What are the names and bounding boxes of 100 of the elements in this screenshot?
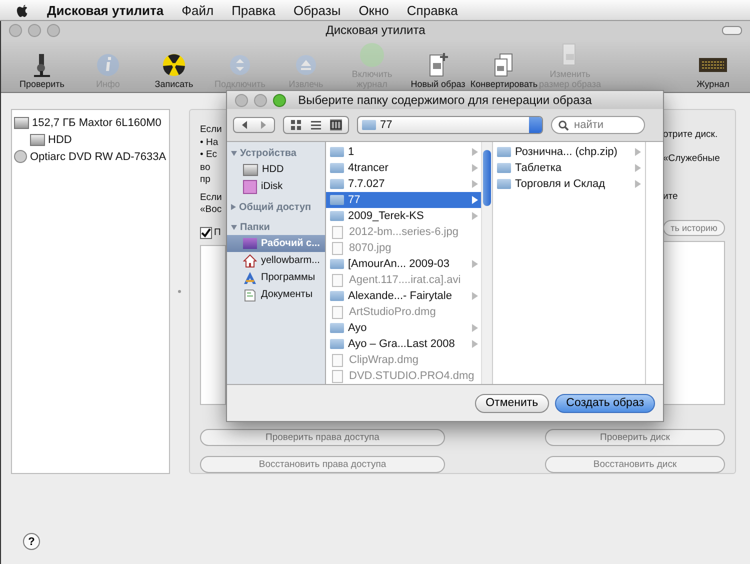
file-item[interactable]: Таблетка [493, 160, 645, 176]
file-item[interactable]: Торговля и Склад [493, 176, 645, 192]
menu-item[interactable]: Правка [232, 2, 276, 18]
folder-icon [330, 147, 344, 157]
folder-icon [330, 259, 344, 269]
help-button[interactable]: ? [23, 533, 40, 550]
back-icon[interactable] [240, 120, 250, 130]
search-field[interactable]: найти [551, 116, 645, 134]
instruction-text: отрите диск. [663, 129, 719, 142]
menu-item[interactable]: Дисковая утилита [47, 2, 164, 18]
dialog-button[interactable]: Создать образ [555, 394, 655, 412]
zoom-icon[interactable] [47, 24, 60, 36]
checkbox[interactable] [200, 226, 212, 239]
folder-icon [330, 291, 344, 301]
radiation-icon [161, 52, 187, 78]
folder-icon [330, 323, 344, 333]
mount-icon [227, 52, 253, 78]
path-dropdown[interactable]: 77 [357, 116, 543, 134]
document-icon [332, 306, 343, 318]
sidebar-item[interactable]: HDD [227, 161, 325, 178]
document-icon [332, 242, 343, 254]
column-view-icon[interactable] [330, 119, 342, 131]
disclosure-triangle-icon[interactable] [231, 204, 236, 210]
instruction-text: • Ес [200, 149, 218, 162]
apple-logo-icon[interactable] [16, 2, 29, 18]
list-view-icon[interactable] [310, 119, 322, 131]
folder-icon [330, 211, 344, 221]
folder-icon [497, 179, 511, 189]
file-item[interactable]: 77 [326, 192, 482, 208]
instruction-text: пр [200, 174, 212, 186]
clear-history-button[interactable]: ть историю [663, 220, 725, 236]
disc-icon [14, 150, 27, 163]
folder-icon [330, 195, 344, 205]
zoom-icon[interactable] [273, 94, 286, 106]
file-item[interactable]: Ayo [326, 320, 482, 336]
toolbar-button[interactable]: Конвертировать [471, 39, 537, 89]
file-item[interactable]: Ayo – Gra...Last 2008 [326, 336, 482, 352]
toolbar-toggle-icon[interactable] [722, 26, 742, 34]
instruction-text: «Вос [200, 204, 223, 216]
volume-item[interactable]: HDD [14, 131, 167, 148]
file-item[interactable]: Рознична... (chp.zip) [493, 144, 645, 160]
applications-icon [243, 270, 257, 284]
menu-item[interactable]: Справка [406, 2, 458, 18]
minimize-icon[interactable] [254, 94, 267, 106]
document-icon [332, 354, 343, 366]
folder-icon [330, 179, 344, 189]
dialog-button[interactable]: Отменить [474, 394, 550, 412]
search-icon [558, 120, 569, 130]
hard-drive-icon [30, 134, 45, 146]
file-item[interactable]: [AmourAn... 2009-03 [326, 256, 482, 272]
file-item[interactable]: Alexande...- Fairytale [326, 288, 482, 304]
dialog-title: Выберите папку содержимого для генерации образа [298, 93, 592, 107]
home-icon [243, 254, 257, 268]
desktop-icon [243, 238, 257, 249]
window-title: Дисковая утилита [326, 23, 426, 37]
toolbar-button[interactable]: Записать [141, 39, 207, 89]
file-item[interactable]: 2009_Terek-KS [326, 208, 482, 224]
sidebar-item[interactable]: Программы [227, 269, 325, 286]
file-item[interactable]: 7.7.027 [326, 176, 482, 192]
scrollbar[interactable] [481, 142, 492, 384]
idisk-icon [243, 180, 257, 194]
close-icon[interactable] [9, 24, 22, 36]
splitter-handle[interactable] [178, 290, 181, 293]
info-icon [95, 52, 121, 78]
hard-drive-icon [243, 164, 258, 176]
checkbox-label: П [214, 226, 221, 239]
icon-view-icon[interactable] [290, 119, 302, 131]
sidebar-item[interactable]: Документы [227, 286, 325, 303]
toolbar-button[interactable]: Новый образ [405, 39, 471, 89]
disk-item[interactable]: 152,7 ГБ Maxtor 6L160M0 [14, 114, 167, 131]
minimize-icon[interactable] [28, 24, 41, 36]
disk-item[interactable]: Optiarc DVD RW AD-7633A [14, 148, 167, 165]
folder-icon [362, 120, 376, 130]
menu-item[interactable]: Файл [182, 2, 214, 18]
close-icon[interactable] [235, 94, 248, 106]
folder-icon [497, 163, 511, 173]
document-icon [332, 274, 343, 286]
toolbar-button[interactable]: Проверить [9, 39, 75, 89]
menu-item[interactable]: Окно [358, 2, 389, 18]
sidebar-item[interactable]: yellowbarm... [227, 252, 325, 269]
disclosure-arrow-icon [472, 260, 478, 268]
file-item[interactable]: 1 [326, 144, 482, 160]
instruction-text: во [200, 162, 212, 174]
folder-icon [330, 339, 344, 349]
sidebar-item[interactable]: iDisk [227, 178, 325, 195]
search-input[interactable]: найти [572, 118, 638, 132]
forward-icon[interactable] [258, 120, 268, 130]
disclosure-triangle-icon[interactable] [231, 224, 237, 230]
toolbar-button[interactable]: Журнал [680, 39, 746, 89]
file-item[interactable]: 4trancer [326, 160, 482, 176]
instruction-text: Если [200, 192, 223, 204]
disclosure-triangle-icon[interactable] [231, 150, 237, 156]
folder-icon [497, 147, 511, 157]
disclosure-arrow-icon [472, 292, 478, 300]
navigation-control[interactable] [233, 117, 275, 133]
document-icon [332, 226, 343, 238]
folder-icon [330, 163, 344, 173]
document-folder-icon [243, 288, 257, 302]
instruction-text: • На [200, 136, 220, 149]
menu-item[interactable]: Образы [294, 2, 341, 18]
